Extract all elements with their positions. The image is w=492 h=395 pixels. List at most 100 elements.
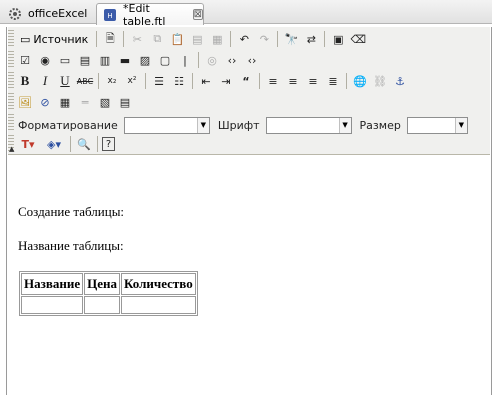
page-break-icon[interactable]: ▤	[116, 93, 134, 111]
toolbar-grip[interactable]	[8, 30, 14, 48]
separator	[70, 136, 71, 152]
checkbox-icon[interactable]: ☑	[16, 51, 34, 69]
editor-content[interactable]: Создание таблицы: Название таблицы: Назв…	[8, 156, 490, 395]
text-color-icon[interactable]: T▾	[16, 135, 40, 153]
hidden-field-icon[interactable]: ▢	[156, 51, 174, 69]
paragraph-create-table: Создание таблицы:	[18, 204, 125, 219]
tab-edit-table[interactable]: H *Edit table.ftl ⊠	[96, 2, 204, 28]
separator	[230, 31, 232, 47]
table-icon[interactable]: ▦	[56, 93, 74, 111]
font-select[interactable]: ▼	[265, 116, 352, 134]
source-button[interactable]: ▭ Источник	[16, 30, 92, 48]
chevron-down-icon[interactable]: ▼	[454, 117, 467, 133]
toolbar-grip[interactable]	[8, 51, 14, 69]
select-all-icon[interactable]: ▣	[329, 30, 347, 48]
format-select[interactable]: ▼	[123, 116, 210, 134]
separator	[277, 31, 279, 47]
toolbar-row-3: B I U ABC x₂ x² ☰ ☷ ⇤ ⇥ “ ≡ ≡ ≡ ≣ 🌐 ⛓ ⚓	[16, 71, 411, 91]
separator	[98, 73, 99, 89]
anchor-icon[interactable]: ⚓	[391, 72, 409, 90]
flash-icon[interactable]: ⊘	[36, 93, 54, 111]
copy-icon[interactable]: ⧉	[148, 30, 166, 48]
replace-icon[interactable]: ⇄	[302, 30, 320, 48]
tab-officeexcel[interactable]: officeExcel	[2, 3, 94, 24]
align-center-icon[interactable]: ≡	[284, 72, 302, 90]
table-cell[interactable]	[120, 296, 196, 314]
toolbar-row-2: ☑ ◉ ▭ ▤ ▥ ▬ ▨ ▢ | ◎ ‹› ‹›	[16, 50, 263, 70]
strikethrough-icon[interactable]: ABC	[76, 72, 94, 90]
redo-icon[interactable]: ↷	[255, 30, 273, 48]
eye-icon[interactable]: ◎	[203, 51, 221, 69]
outdent-icon[interactable]: ⇤	[197, 72, 215, 90]
preview-icon[interactable]: 🔍	[75, 135, 93, 153]
find-icon[interactable]: 🔭	[282, 30, 300, 48]
gear-icon	[8, 7, 22, 21]
italic-icon[interactable]: I	[36, 72, 54, 90]
separator	[97, 136, 98, 152]
toolbar-row-4: 🖼 ⊘ ▦ ═ ▧ ▤	[16, 92, 136, 112]
background-color-icon[interactable]: ◈▾	[42, 135, 66, 153]
separator	[192, 73, 193, 89]
table-header-quantity[interactable]: Количество	[120, 273, 196, 295]
document-icon[interactable]: 🗎	[101, 30, 119, 48]
blockquote-icon[interactable]: “	[237, 72, 255, 90]
indent-icon[interactable]: ⇥	[217, 72, 235, 90]
table-header-row: Название Цена Количество	[21, 273, 196, 295]
image-icon[interactable]: 🖼	[16, 93, 34, 111]
table-header-name[interactable]: Название	[21, 273, 84, 295]
align-justify-icon[interactable]: ≣	[324, 72, 342, 90]
paste-icon[interactable]: 📋	[168, 30, 186, 48]
textfield-icon[interactable]: ▭	[56, 51, 74, 69]
textarea-icon[interactable]: ▤	[76, 51, 94, 69]
size-select[interactable]: ▼	[406, 116, 468, 134]
toolbar-grip[interactable]	[8, 72, 14, 90]
close-icon[interactable]: ⊠	[192, 9, 203, 20]
size-label: Размер	[359, 118, 401, 132]
align-right-icon[interactable]: ≡	[304, 72, 322, 90]
separator	[324, 31, 326, 47]
underline-icon[interactable]: U	[56, 72, 74, 90]
superscript-icon[interactable]: x²	[123, 72, 141, 90]
select-field-icon[interactable]: ▥	[96, 51, 114, 69]
template-tag-2-icon[interactable]: ‹›	[243, 51, 261, 69]
cursor-icon[interactable]: |	[176, 51, 194, 69]
separator	[145, 73, 146, 89]
subscript-icon[interactable]: x₂	[103, 72, 121, 90]
editor-tab-bar: officeExcel H *Edit table.ftl ⊠	[0, 0, 492, 28]
tab-label: officeExcel	[28, 7, 88, 20]
image-button-icon[interactable]: ▨	[136, 51, 154, 69]
separator	[198, 52, 199, 68]
align-left-icon[interactable]: ≡	[264, 72, 282, 90]
special-char-icon[interactable]: ▧	[96, 93, 114, 111]
paste-word-icon[interactable]: ▦	[208, 30, 226, 48]
bullet-list-icon[interactable]: ☷	[170, 72, 188, 90]
button-field-icon[interactable]: ▬	[116, 51, 134, 69]
horizontal-rule-icon[interactable]: ═	[76, 93, 94, 111]
table-header-price[interactable]: Цена	[84, 273, 120, 295]
format-label: Форматирование	[18, 118, 118, 132]
separator	[259, 73, 260, 89]
table-cell[interactable]	[84, 296, 120, 314]
link-icon[interactable]: 🌐	[351, 72, 369, 90]
document-table[interactable]: Название Цена Количество	[19, 271, 198, 316]
cut-icon[interactable]: ✂	[128, 30, 146, 48]
source-icon: ▭	[20, 32, 31, 46]
template-tag-icon[interactable]: ‹›	[223, 51, 241, 69]
undo-icon[interactable]: ↶	[235, 30, 253, 48]
eraser-icon[interactable]: ⌫	[349, 30, 367, 48]
unlink-icon[interactable]: ⛓	[371, 72, 389, 90]
help-icon[interactable]: ?	[102, 137, 115, 151]
numbered-list-icon[interactable]: ☰	[150, 72, 168, 90]
bold-icon[interactable]: B	[16, 72, 34, 90]
paste-text-icon[interactable]: ▤	[188, 30, 206, 48]
separator	[346, 73, 347, 89]
chevron-down-icon[interactable]: ▼	[196, 117, 209, 133]
toolbar-grip[interactable]	[8, 93, 14, 111]
font-label: Шрифт	[217, 118, 260, 132]
table-cell[interactable]	[21, 296, 84, 314]
collapse-toolbar-icon[interactable]: ▲	[9, 145, 14, 153]
radio-icon[interactable]: ◉	[36, 51, 54, 69]
toolbar-grip[interactable]	[8, 114, 14, 132]
toolbar-row-1: ▭ Источник 🗎 ✂ ⧉ 📋 ▤ ▦ ↶ ↷ 🔭 ⇄ ▣ ⌫	[16, 29, 369, 49]
chevron-down-icon[interactable]: ▼	[338, 117, 351, 133]
